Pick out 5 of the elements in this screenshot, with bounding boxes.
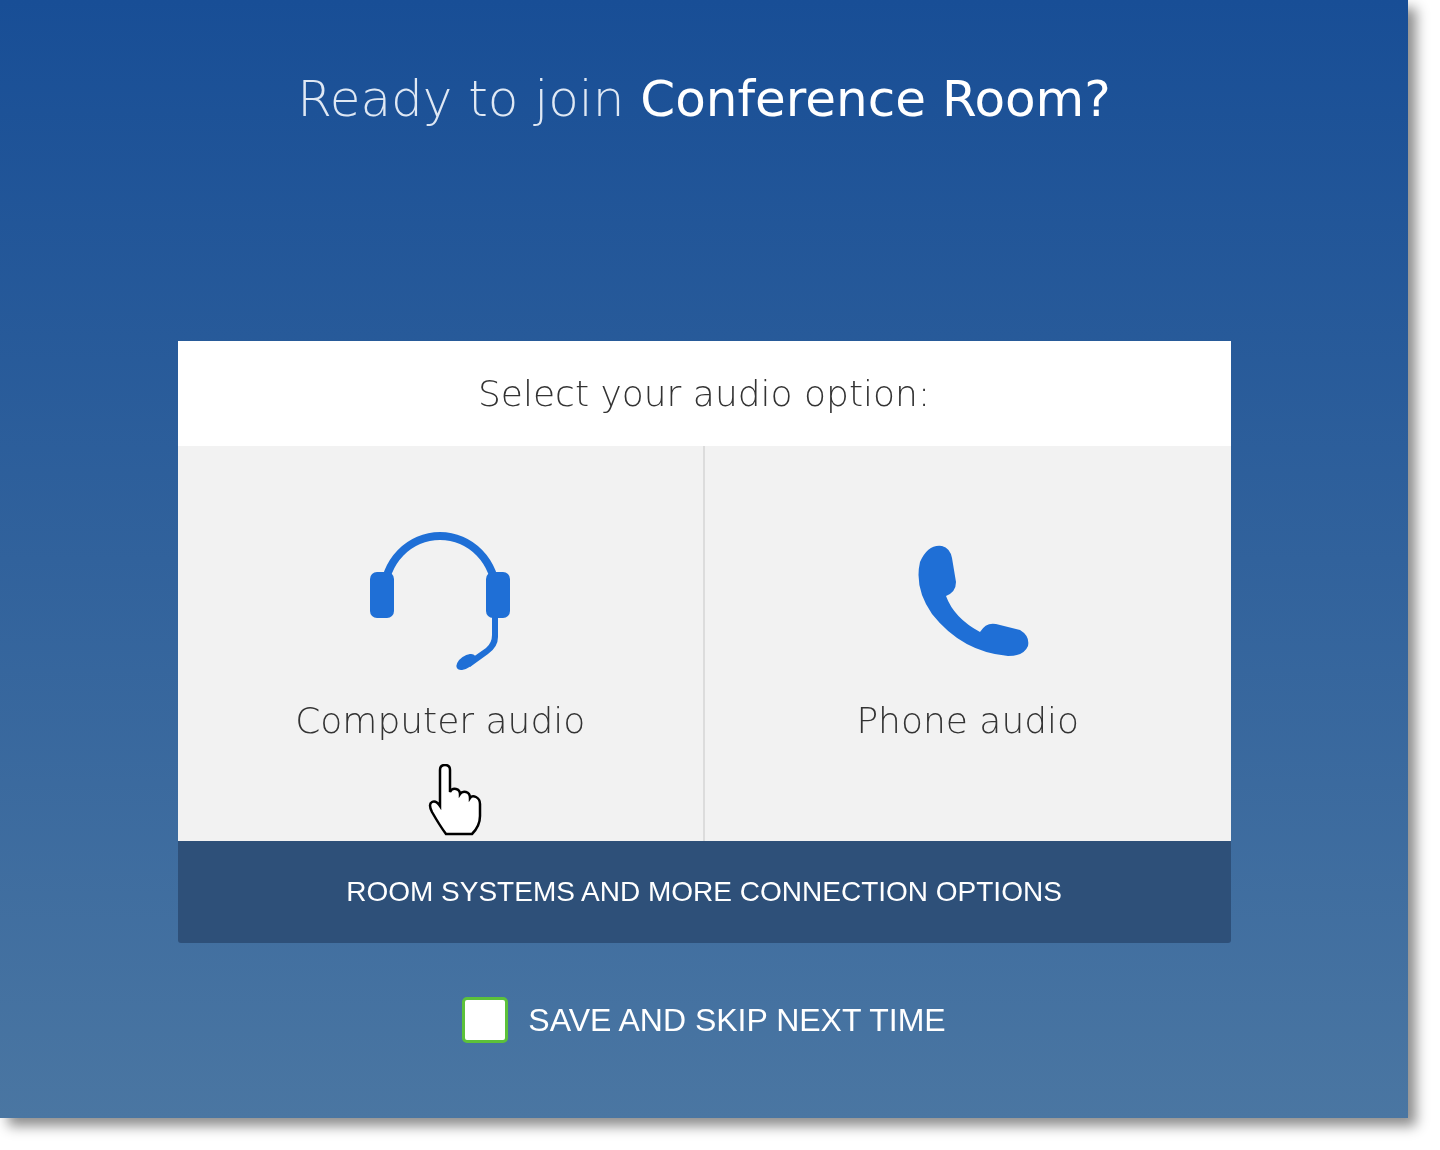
checkbox[interactable] — [462, 997, 509, 1043]
checkbox-label: SAVE AND SKIP NEXT TIME — [528, 1001, 946, 1039]
more-options-button[interactable]: ROOM SYSTEMS AND MORE CONNECTION OPTIONS — [177, 841, 1231, 943]
card-heading: Select your audio option: — [177, 341, 1231, 446]
page-title: Ready to join Conference Room? — [297, 69, 1111, 130]
